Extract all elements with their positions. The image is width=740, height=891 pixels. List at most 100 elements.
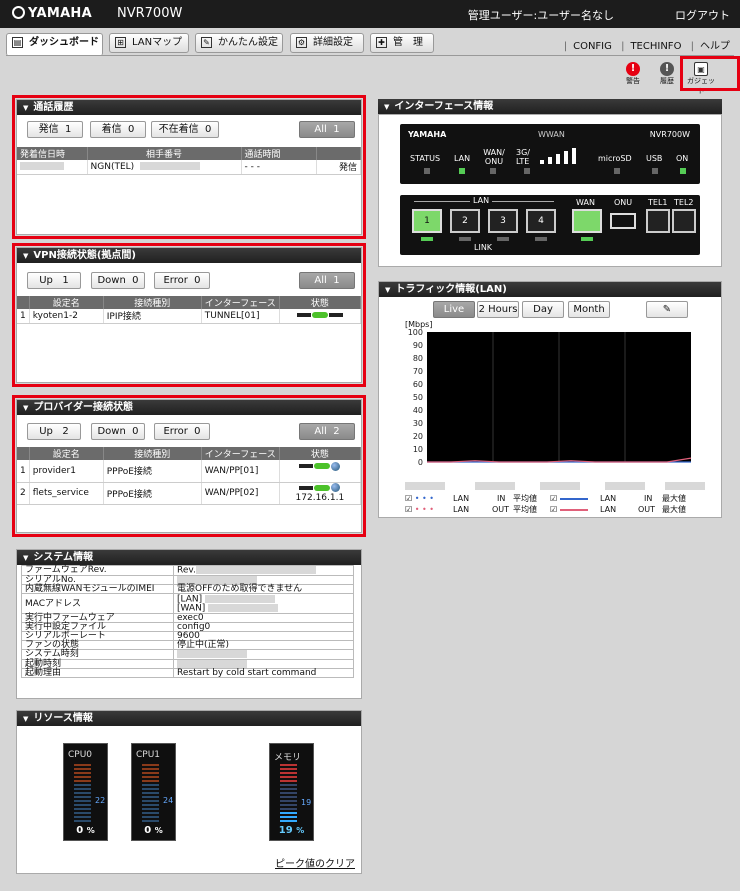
lan-led <box>459 168 465 174</box>
legend-if: LAN <box>600 494 617 503</box>
collapse-icon[interactable]: ▼ <box>23 554 28 562</box>
dotted-line-icon: • • • <box>414 505 434 514</box>
onu-port[interactable] <box>610 213 636 229</box>
interface-info-panel: ▼ インターフェース情報 YAMAHA WWAN NVR700W STATUS L… <box>378 99 722 267</box>
percent-sign: % <box>296 826 305 835</box>
logout-link[interactable]: ログアウト <box>675 7 730 23</box>
warning-button[interactable]: ! 警告 <box>616 62 650 86</box>
clear-peak-link[interactable]: ピーク値のクリア <box>275 855 355 870</box>
tab-management[interactable]: ✚ 管 理 <box>370 33 434 53</box>
x-tick-label <box>605 482 645 490</box>
x-tick-label <box>665 482 705 490</box>
cpu0-meter: CPU0 22 0 % <box>63 743 108 841</box>
history-button[interactable]: ! 履歴 <box>650 62 684 86</box>
y-tick-label: 20 <box>413 432 423 441</box>
legend-stat: 平均値 <box>513 494 537 503</box>
legend-item[interactable]: ☑ • • • LAN OUT 平均値 <box>405 504 550 515</box>
month-button[interactable]: Month <box>568 301 610 318</box>
router-rear-panel: LAN 1 2 3 4 LINK WAN ONU TEL1 TEL2 <box>400 195 700 255</box>
panel-header: ▼ リソース情報 <box>17 711 361 726</box>
provider-highlight <box>12 395 366 537</box>
meter-segment <box>74 812 91 814</box>
router-brand: YAMAHA <box>408 130 447 139</box>
tab-easy-setup[interactable]: ✎ かんたん設定 <box>195 33 283 53</box>
panel-header: ▼ システム情報 <box>17 550 361 565</box>
wan-port[interactable] <box>572 209 602 233</box>
usage-value: 0 % <box>132 825 175 836</box>
power-led-label: ON <box>676 154 689 163</box>
table-row: 起動理由 Restart by cold start command <box>21 668 354 678</box>
wan-port-label: WAN <box>576 198 595 207</box>
legend-dir: OUT <box>492 505 510 514</box>
2hours-button[interactable]: 2 Hours <box>477 301 519 318</box>
traffic-chart: 1009080706050403020100 <box>408 328 692 467</box>
legend-item[interactable]: ☑ LAN OUT 最大値 <box>550 504 695 515</box>
collapse-icon[interactable]: ▼ <box>384 103 389 111</box>
redacted-value <box>177 650 247 658</box>
y-tick-label: 90 <box>413 341 423 350</box>
redacted-value <box>195 566 316 574</box>
history-icon: ! <box>660 62 674 76</box>
legend-item[interactable]: ☑ • • • LAN IN 平均値 <box>405 493 550 504</box>
checkbox-icon: ☑ <box>550 505 558 514</box>
value-text: Rev. <box>177 565 196 576</box>
yamaha-emblem-icon <box>12 6 25 19</box>
meter-segment <box>142 776 159 778</box>
meter-segment <box>280 776 297 778</box>
link-led-4 <box>535 237 547 241</box>
legend-dir: IN <box>497 494 506 503</box>
lan-port-3[interactable]: 3 <box>488 209 518 233</box>
meter-segment <box>142 816 159 818</box>
signal-bar <box>548 157 552 164</box>
meter-segment <box>142 800 159 802</box>
y-tick-label: 10 <box>413 445 423 454</box>
techinfo-link[interactable]: TECHINFO <box>630 41 681 52</box>
live-button[interactable]: Live <box>433 301 475 318</box>
dashboard-icon: ▤ <box>12 37 23 48</box>
meter-segment <box>142 784 159 786</box>
meter-segment <box>74 768 91 770</box>
lan-port-2[interactable]: 2 <box>450 209 480 233</box>
collapse-icon[interactable]: ▼ <box>23 715 28 723</box>
meter-segment <box>280 764 297 766</box>
meter-segment <box>280 816 297 818</box>
model-name: NVR700W <box>117 6 183 21</box>
lan-port-4[interactable]: 4 <box>526 209 556 233</box>
meter-segment <box>280 808 297 810</box>
lan-port-1[interactable]: 1 <box>412 209 442 233</box>
panel-title: インターフェース情報 <box>394 101 494 112</box>
help-link[interactable]: ヘルプ <box>700 41 730 52</box>
system-info-panel: ▼ システム情報 ファームウェアRev. Rev. シリアルNo. 内蔵無線WANモ… <box>16 549 362 699</box>
y-tick-label: 50 <box>413 393 423 402</box>
meter-label: メモリ <box>274 753 302 763</box>
info-key: 起動理由 <box>21 668 174 678</box>
meter-segment <box>280 784 297 786</box>
edit-button[interactable]: ✎ <box>646 301 688 318</box>
collapse-icon[interactable]: ▼ <box>385 286 390 294</box>
x-tick-label <box>475 482 515 490</box>
usage-value: 0 % <box>64 825 107 836</box>
tab-dashboard[interactable]: ▤ ダッシュボード <box>6 33 103 56</box>
system-info-table: ファームウェアRev. Rev. シリアルNo. 内蔵無線WANモジュールのIME… <box>21 565 354 678</box>
usage-number: 19 <box>278 825 293 836</box>
tab-label: 詳細設定 <box>313 37 353 48</box>
meter-segment <box>280 768 297 770</box>
redacted-value <box>177 575 257 584</box>
usage-number: 0 <box>76 825 84 836</box>
config-link[interactable]: CONFIG <box>573 41 612 52</box>
sub-links: | CONFIG | TECHINFO | ヘルプ <box>563 41 730 52</box>
meter-segment <box>280 800 297 802</box>
tab-advanced-settings[interactable]: ⚙ 詳細設定 <box>290 33 364 53</box>
legend-item[interactable]: ☑ LAN IN 最大値 <box>550 493 695 504</box>
tab-label: かんたん設定 <box>218 37 278 48</box>
checkbox-icon: ☑ <box>550 494 558 503</box>
onu-port-label: ONU <box>614 198 633 207</box>
tel2-port[interactable] <box>672 209 696 233</box>
wwan-label: WWAN <box>538 130 565 139</box>
usb-led <box>652 168 658 174</box>
tab-lan-map[interactable]: ⊞ LANマップ <box>109 33 189 53</box>
link-led-1 <box>421 237 433 241</box>
tel1-port[interactable] <box>646 209 670 233</box>
logo-text: YAMAHA <box>28 6 92 21</box>
day-button[interactable]: Day <box>522 301 564 318</box>
